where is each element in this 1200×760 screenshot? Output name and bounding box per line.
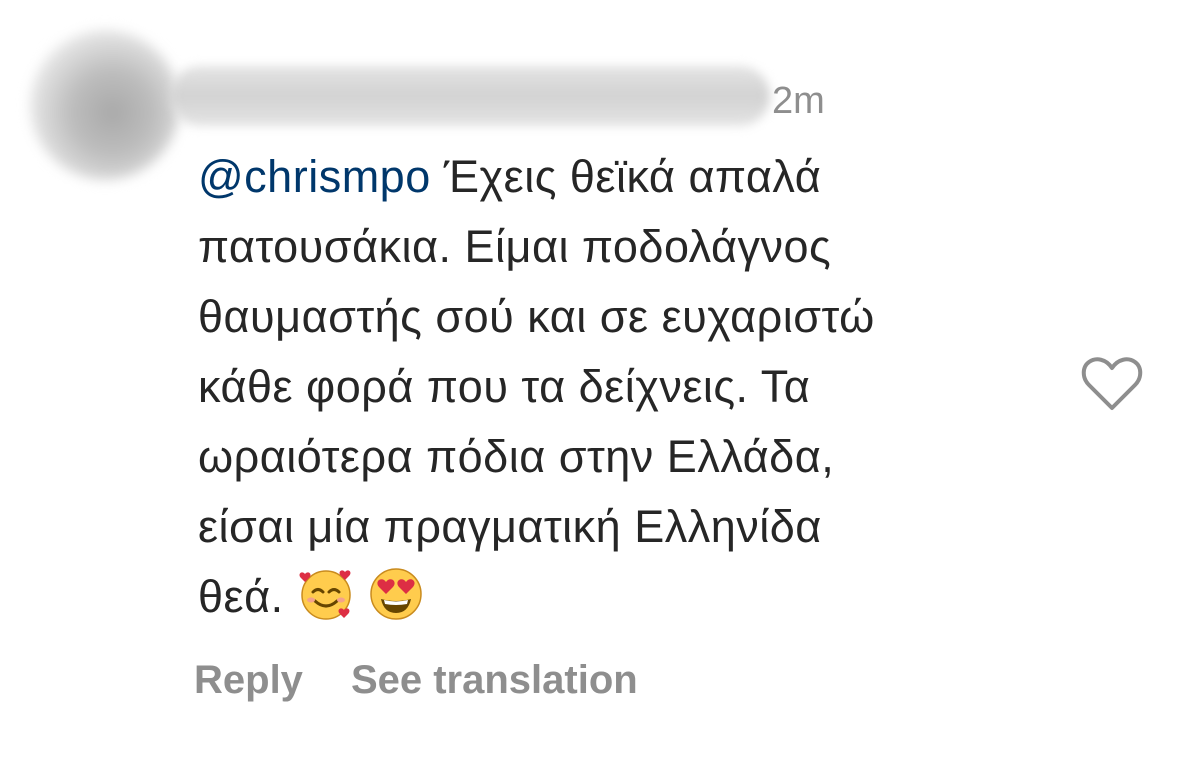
comment-line-7: θεά.: [198, 562, 1058, 632]
comment-line-5: ωραιότερα πόδια στην Ελλάδα,: [198, 431, 835, 482]
heart-outline-icon[interactable]: [1080, 354, 1144, 414]
comment-line-6: είσαι μία πραγματική Ελληνίδα: [198, 501, 822, 552]
comment-line-7-text: θεά.: [198, 571, 284, 622]
comment-actions: Reply See translation: [194, 660, 638, 700]
username-blurred[interactable]: [170, 66, 770, 126]
comment-line-3: θαυμαστής σού και σε ευχαριστώ: [198, 291, 875, 342]
comment-text: @chrismpo Έχεις θεϊκά απαλά πατουσάκια. …: [198, 142, 1058, 632]
comment-line-2: πατουσάκια. Είμαι ποδολάγνος: [198, 221, 832, 272]
see-translation-button[interactable]: See translation: [351, 660, 638, 700]
smiling-face-with-hearts-icon: [299, 570, 351, 620]
comment: 2m @chrismpo Έχεις θεϊκά απαλά πατουσάκι…: [0, 0, 1200, 760]
avatar[interactable]: [30, 30, 180, 180]
comment-line-1: @chrismpo Έχεις θεϊκά απαλά: [198, 142, 1058, 212]
reply-button[interactable]: Reply: [194, 660, 303, 700]
timestamp: 2m: [772, 80, 825, 122]
heart-eyes-icon: [369, 568, 422, 620]
comment-line-1-text: Έχεις θεϊκά απαλά: [430, 151, 822, 202]
comment-line-4: κάθε φορά που τα δείχνεις. Τα: [198, 361, 811, 412]
mention-link[interactable]: @chrismpo: [198, 151, 431, 202]
